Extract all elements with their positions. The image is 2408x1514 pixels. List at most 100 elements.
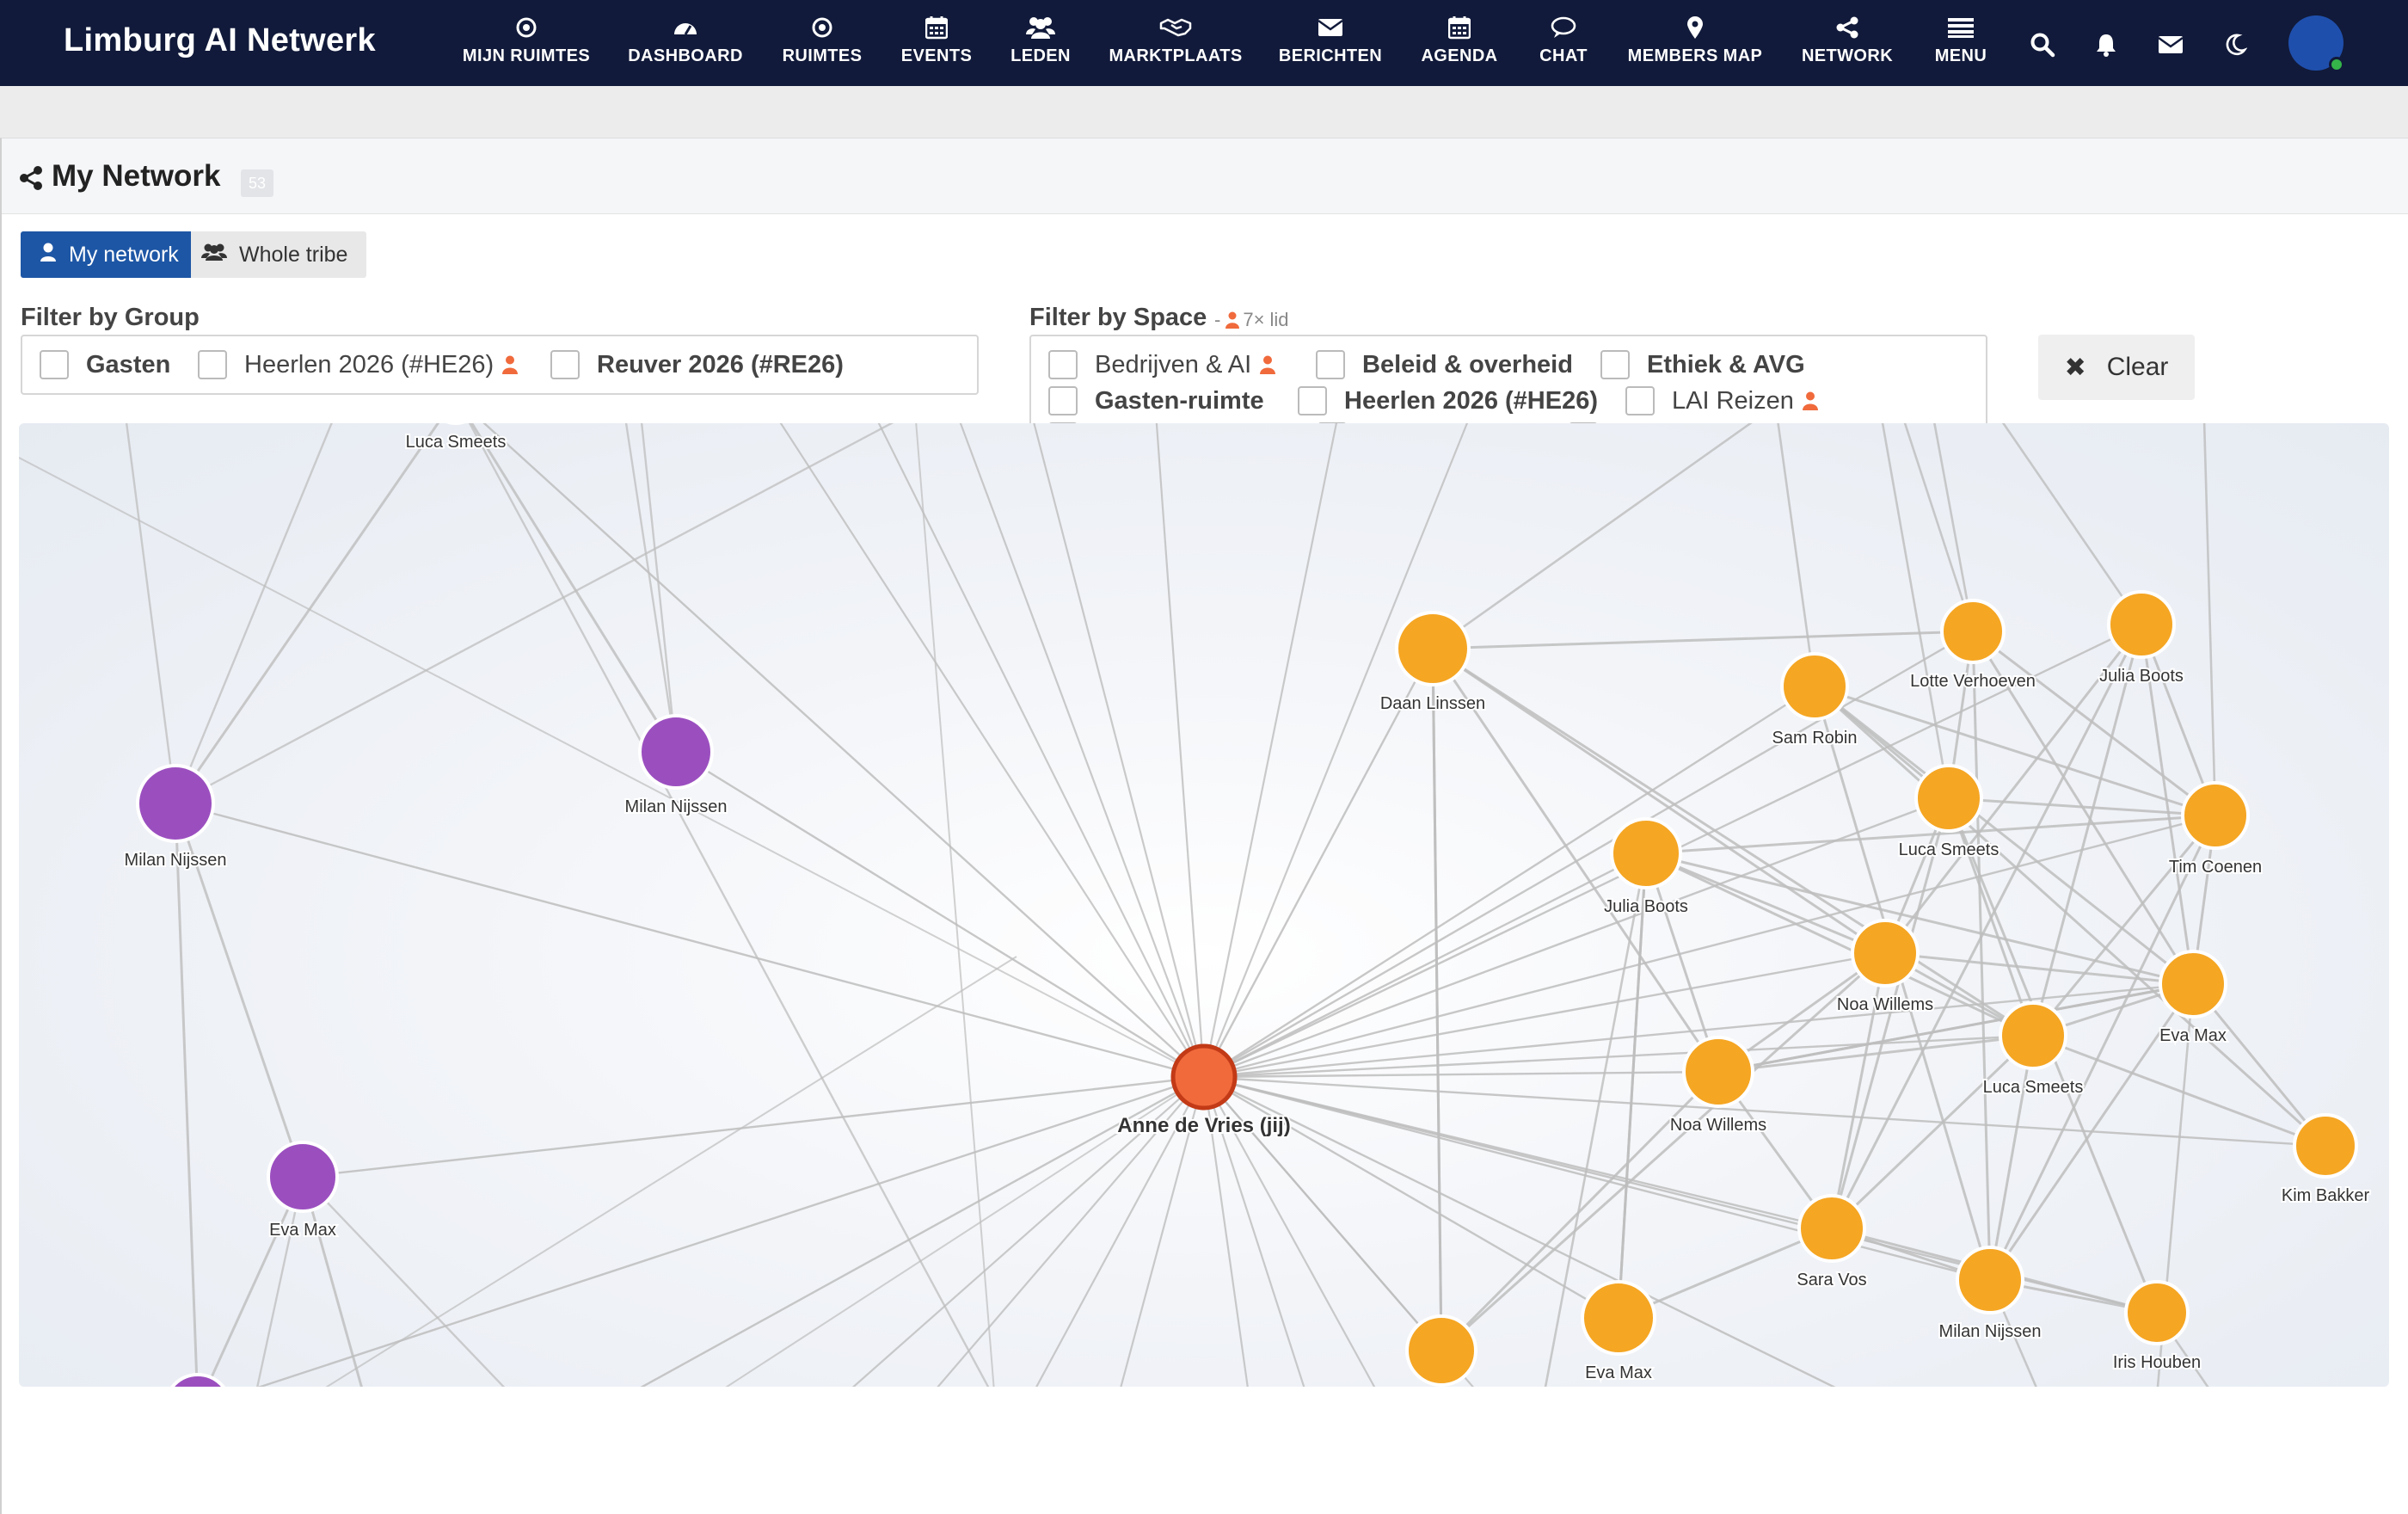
node-label: Luca Smeets — [1983, 1078, 2084, 1097]
person-icon — [502, 355, 519, 374]
node-circle[interactable] — [2181, 781, 2250, 850]
graph-edge — [2202, 423, 2217, 816]
graph-node[interactable]: Sam Robin — [1771, 652, 1858, 749]
node-circle[interactable] — [1914, 764, 1983, 833]
brand-title[interactable]: Limburg AI Netwerk — [64, 22, 376, 59]
node-circle[interactable] — [2124, 1280, 2190, 1345]
calendar-icon — [1448, 12, 1471, 43]
node-circle[interactable] — [136, 764, 215, 843]
graph-node[interactable]: Eva Max — [1581, 1280, 1656, 1384]
bell-icon[interactable] — [2089, 28, 2123, 62]
node-circle[interactable] — [1940, 599, 2006, 664]
checkbox[interactable] — [198, 350, 227, 379]
node-circle[interactable] — [1682, 1036, 1754, 1108]
node-circle[interactable] — [2293, 1113, 2358, 1179]
graph-edge — [1717, 982, 2194, 1074]
node-circle[interactable] — [1581, 1280, 1656, 1356]
node-circle[interactable] — [638, 714, 714, 790]
node-circle[interactable] — [1956, 1246, 2024, 1314]
node-circle[interactable] — [1999, 1001, 2067, 1070]
filter-checkbox-gasten-ruimte[interactable]: Gasten-ruimte — [1048, 386, 1264, 415]
graph-node[interactable]: Daan Linssen — [1379, 611, 1487, 715]
checkbox[interactable] — [40, 350, 69, 379]
node-label: Milan Nijssen — [125, 851, 227, 870]
search-icon[interactable] — [2025, 28, 2060, 62]
my-network-toggle[interactable]: My network — [21, 231, 191, 278]
graph-node[interactable]: Julia Boots — [2098, 590, 2185, 687]
node-circle[interactable] — [267, 1141, 339, 1213]
checkbox[interactable] — [1625, 386, 1655, 415]
graph-node[interactable]: Julia Boots — [1602, 817, 1690, 918]
graph-edge — [1432, 630, 1974, 650]
filter-checkbox-reuver-2026-re26[interactable]: Reuver 2026 (#RE26) — [550, 350, 844, 379]
graph-edge — [959, 423, 1206, 1078]
filter-checkbox-gasten[interactable]: Gasten — [40, 350, 170, 379]
graph-edge — [1881, 423, 1950, 799]
filter-checkbox-ethiek-avg[interactable]: Ethiek & AVG — [1600, 350, 1805, 379]
graph-node[interactable]: Tim Coenen — [2167, 781, 2264, 878]
checkbox[interactable] — [1048, 350, 1078, 379]
graph-node[interactable]: Eva Max — [2158, 950, 2228, 1047]
graph-node[interactable]: Eva Max — [267, 1141, 339, 1241]
nav-item-menu[interactable]: MENU — [1875, 12, 2047, 74]
node-label: Milan Nijssen — [625, 797, 728, 816]
graph-node[interactable]: Kim Bakker — [2280, 1113, 2371, 1207]
checkbox[interactable] — [1316, 350, 1345, 379]
node-circle[interactable] — [1395, 611, 1471, 686]
network-graph[interactable]: Anne de Vries (jij) Luca Smeets Milan Nijs… — [19, 423, 2389, 1387]
checkbox-label: Heerlen 2026 (#HE26) — [1344, 386, 1598, 415]
filter-checkbox-lai-reizen[interactable]: LAI Reizen — [1625, 386, 1818, 415]
node-circle[interactable] — [1797, 1194, 1866, 1263]
graph-node[interactable]: Max Cremers — [1390, 1314, 1493, 1387]
whole-tribe-toggle[interactable]: Whole tribe — [191, 231, 366, 278]
graph-edge — [1033, 423, 1206, 1078]
filter-checkbox-heerlen-2026-he26[interactable]: Heerlen 2026 (#HE26) — [1298, 386, 1598, 415]
network-graph-svg[interactable]: Anne de Vries (jij) Luca Smeets Milan Nijs… — [19, 423, 2389, 1387]
node-circle[interactable] — [1851, 919, 1920, 988]
top-navbar: Limburg AI Netwerk MIJN RUIMTES DASHBOARD… — [0, 0, 2408, 86]
node-circle[interactable] — [165, 1373, 230, 1387]
node-circle[interactable] — [1405, 1314, 1477, 1387]
graph-node[interactable]: Noa Willems — [1835, 919, 1935, 1016]
checkbox-label: LAI Reizen — [1672, 386, 1794, 415]
node-circle[interactable] — [1780, 652, 1849, 721]
checkbox[interactable] — [1600, 350, 1630, 379]
clear-filters-button[interactable]: ✖ Clear — [2038, 335, 2195, 400]
person-icon — [1226, 311, 1240, 329]
nav-item-marktplaats[interactable]: MARKTPLAATS — [1090, 12, 1262, 74]
nav-label: CHAT — [1539, 46, 1588, 65]
moon-icon[interactable] — [2218, 28, 2252, 62]
graph-edge — [1903, 423, 1975, 632]
node-label: Julia Boots — [1604, 897, 1688, 916]
node-circle[interactable] — [2159, 950, 2227, 1019]
node-circle[interactable] — [2107, 590, 2176, 659]
checkbox-label: Reuver 2026 (#RE26) — [597, 350, 844, 378]
checkbox[interactable] — [550, 350, 580, 379]
page-title: My Network — [52, 159, 221, 193]
filter-checkbox-beleid-overheid[interactable]: Beleid & overheid — [1316, 350, 1573, 379]
filter-checkbox-bedrijven-ai[interactable]: Bedrijven & AI — [1048, 350, 1276, 379]
filter-checkbox-heerlen-2026-he26[interactable]: Heerlen 2026 (#HE26) — [198, 350, 519, 379]
node-circle[interactable] — [1170, 1043, 1238, 1111]
node-circle[interactable] — [1610, 817, 1682, 889]
online-status-dot — [2329, 57, 2344, 72]
node-label: Milan Nijssen — [1939, 1322, 2042, 1341]
graph-node[interactable]: Robin Peters — [148, 1373, 248, 1387]
graph-edge — [2001, 423, 2143, 625]
graph-node[interactable]: Sara Vos — [1795, 1194, 1869, 1291]
graph-node[interactable]: Milan Nijssen — [624, 714, 728, 818]
nav-label: LEDEN — [1010, 46, 1071, 65]
nav-item-members-map[interactable]: MEMBERS MAP — [1609, 12, 1781, 74]
graph-node[interactable]: Iris Houben — [2111, 1280, 2202, 1374]
membership-note: - 7× lid — [1214, 309, 1289, 330]
nav-label: MARKTPLAATS — [1109, 46, 1243, 65]
nav-item-mijn-ruimtes[interactable]: MIJN RUIMTES — [440, 12, 612, 74]
graph-node[interactable]: Lotte Verhoeven — [1908, 599, 2037, 692]
graph-edge — [125, 423, 177, 804]
checkbox[interactable] — [1048, 386, 1078, 415]
graph-node[interactable]: Milan Nijssen — [123, 764, 228, 871]
graph-node[interactable]: Noa Willems — [1668, 1036, 1768, 1136]
graph-node[interactable]: Luca Smeets — [404, 423, 507, 453]
envelope-icon[interactable] — [2153, 28, 2188, 62]
checkbox[interactable] — [1298, 386, 1327, 415]
